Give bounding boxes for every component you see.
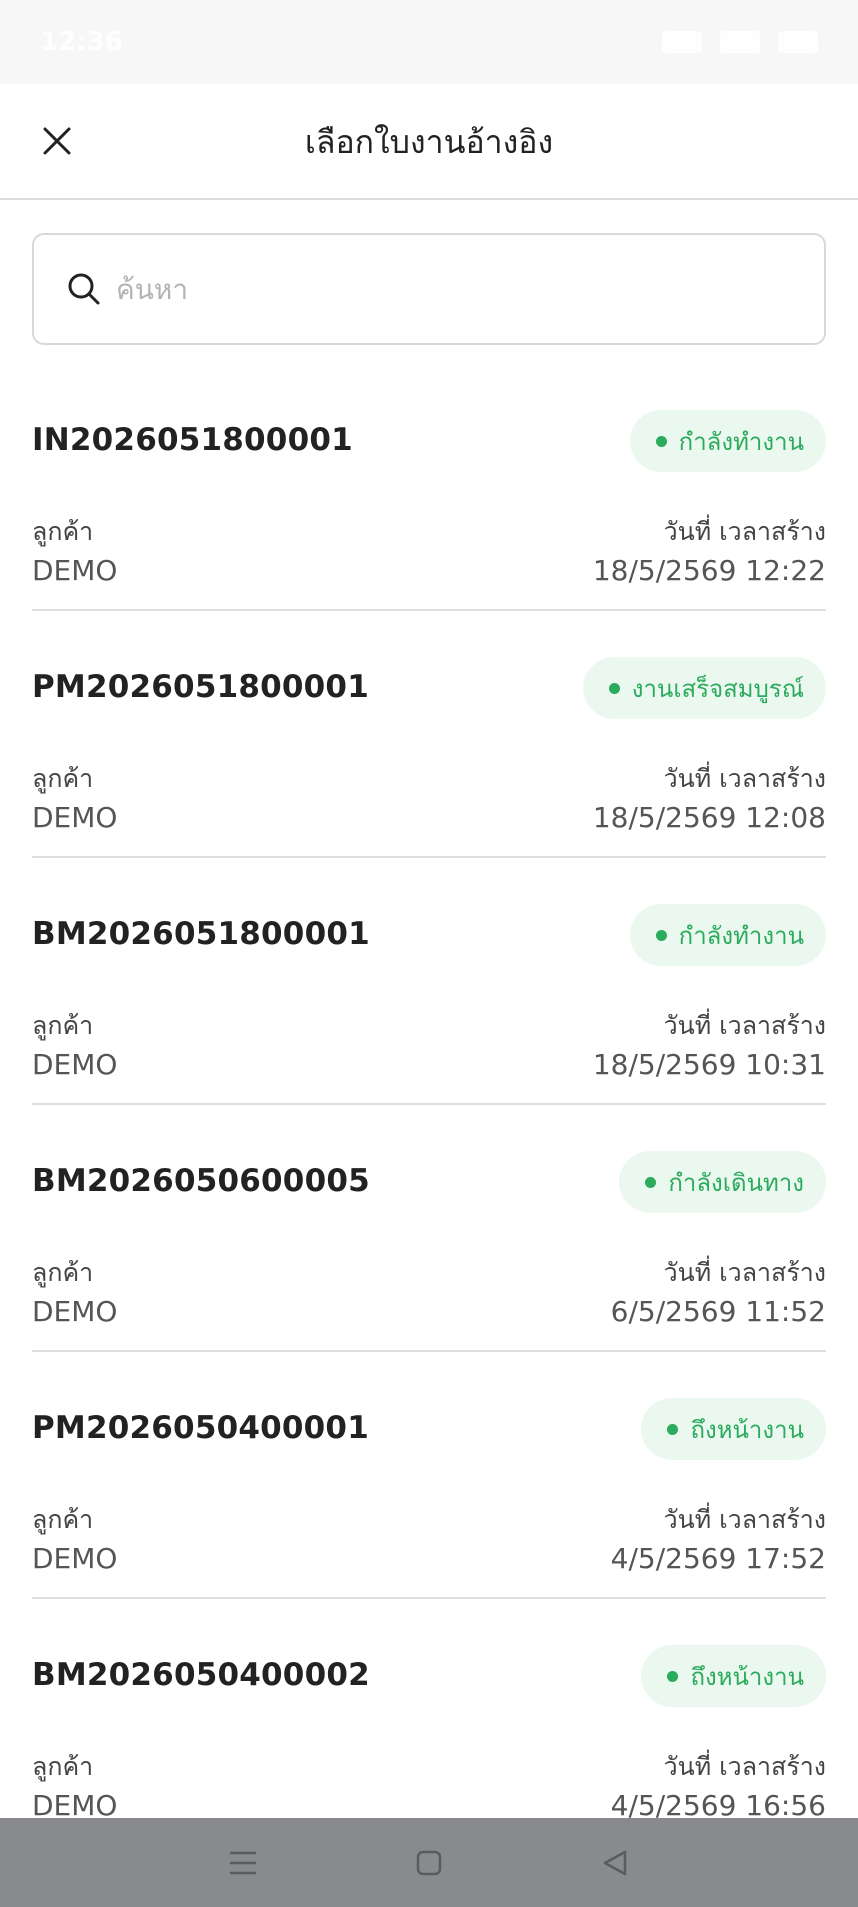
created-date-label: วันที่ เวลาสร้าง [663, 517, 826, 546]
job-id: IN2026051800001 [32, 422, 353, 458]
job-list-item[interactable]: PM2026051800001 งานเสร็จสมบูรณ์ ลูกค้า D… [32, 611, 826, 858]
created-date-value: 4/5/2569 17:52 [610, 1542, 826, 1575]
status-label: กำลังทำงาน [678, 921, 804, 950]
home-icon [416, 1850, 442, 1875]
status-dot-icon [645, 1176, 657, 1188]
job-list: IN2026051800001 กำลังทำงาน ลูกค้า DEMO ว… [32, 364, 826, 1846]
status-label: กำลังเดินทาง [668, 1168, 804, 1197]
job-list-item[interactable]: BM2026050600005 กำลังเดินทาง ลูกค้า DEMO… [32, 1105, 826, 1352]
customer-label: ลูกค้า [32, 1752, 94, 1781]
status-badge: งานเสร็จสมบูรณ์ [582, 657, 826, 719]
status-dot-icon [608, 682, 620, 694]
search-icon [68, 273, 100, 305]
status-dot-icon [655, 435, 667, 447]
status-label: ถึงหน้างาน [690, 1662, 804, 1691]
nav-menu-button[interactable] [213, 1833, 273, 1893]
customer-value: DEMO [32, 1295, 118, 1328]
customer-value: DEMO [32, 554, 118, 587]
search-input[interactable] [102, 235, 824, 343]
created-date-label: วันที่ เวลาสร้าง [663, 1011, 826, 1040]
customer-label: ลูกค้า [32, 1258, 94, 1287]
status-badge: กำลังทำงาน [629, 904, 826, 966]
created-date-label: วันที่ เวลาสร้าง [663, 1752, 826, 1781]
job-list-item[interactable]: BM2026051800001 กำลังทำงาน ลูกค้า DEMO ว… [32, 858, 826, 1105]
status-badge: ถึงหน้างาน [641, 1645, 826, 1707]
nav-home-button[interactable] [399, 1833, 459, 1893]
created-date-value: 6/5/2569 11:52 [610, 1295, 826, 1328]
status-dot-icon [667, 1423, 679, 1435]
job-id: BM2026050400002 [32, 1657, 370, 1693]
wifi-icon [662, 31, 702, 53]
signal-icon [720, 31, 760, 53]
status-badge: กำลังเดินทาง [619, 1151, 826, 1213]
created-date-label: วันที่ เวลาสร้าง [663, 1258, 826, 1287]
job-id: PM2026050400001 [32, 1410, 369, 1446]
created-date-value: 18/5/2569 12:08 [592, 801, 826, 834]
page-title: เลือกใบงานอ้างอิง [304, 122, 554, 161]
created-date-label: วันที่ เวลาสร้าง [663, 764, 826, 793]
job-list-item[interactable]: PM2026050400001 ถึงหน้างาน ลูกค้า DEMO ว… [32, 1352, 826, 1599]
created-date-label: วันที่ เวลาสร้าง [663, 1505, 826, 1534]
nav-back-button[interactable] [585, 1833, 645, 1893]
status-bar: 12:36 [0, 0, 858, 84]
status-badge: ถึงหน้างาน [641, 1398, 826, 1460]
job-list-item[interactable]: BM2026050400002 ถึงหน้างาน ลูกค้า DEMO ว… [32, 1599, 826, 1846]
customer-label: ลูกค้า [32, 764, 94, 793]
close-icon [43, 127, 71, 155]
screen: 12:36 เลือกใบงานอ้างอิง IN2026051800001 [0, 0, 858, 1907]
customer-label: ลูกค้า [32, 1505, 94, 1534]
search-box[interactable] [32, 233, 826, 345]
customer-value: DEMO [32, 1048, 118, 1081]
status-icons [662, 31, 818, 53]
job-id: PM2026051800001 [32, 669, 369, 705]
status-time: 12:36 [40, 27, 123, 57]
created-date-value: 18/5/2569 12:22 [592, 554, 826, 587]
status-dot-icon [655, 929, 667, 941]
job-id: BM2026051800001 [32, 916, 370, 952]
close-button[interactable] [30, 114, 84, 168]
status-dot-icon [667, 1670, 679, 1682]
customer-label: ลูกค้า [32, 1011, 94, 1040]
menu-icon [230, 1851, 256, 1874]
header: เลือกใบงานอ้างอิง [0, 84, 858, 200]
customer-value: DEMO [32, 1542, 118, 1575]
back-icon [603, 1850, 627, 1875]
status-label: ถึงหน้างาน [690, 1415, 804, 1444]
job-list-item[interactable]: IN2026051800001 กำลังทำงาน ลูกค้า DEMO ว… [32, 364, 826, 611]
job-id: BM2026050600005 [32, 1163, 370, 1199]
system-nav-bar [0, 1818, 858, 1907]
status-label: งานเสร็จสมบูรณ์ [631, 674, 804, 703]
customer-value: DEMO [32, 801, 118, 834]
created-date-value: 18/5/2569 10:31 [592, 1048, 826, 1081]
status-badge: กำลังทำงาน [629, 410, 826, 472]
status-label: กำลังทำงาน [678, 427, 804, 456]
customer-label: ลูกค้า [32, 517, 94, 546]
battery-icon [778, 31, 818, 53]
